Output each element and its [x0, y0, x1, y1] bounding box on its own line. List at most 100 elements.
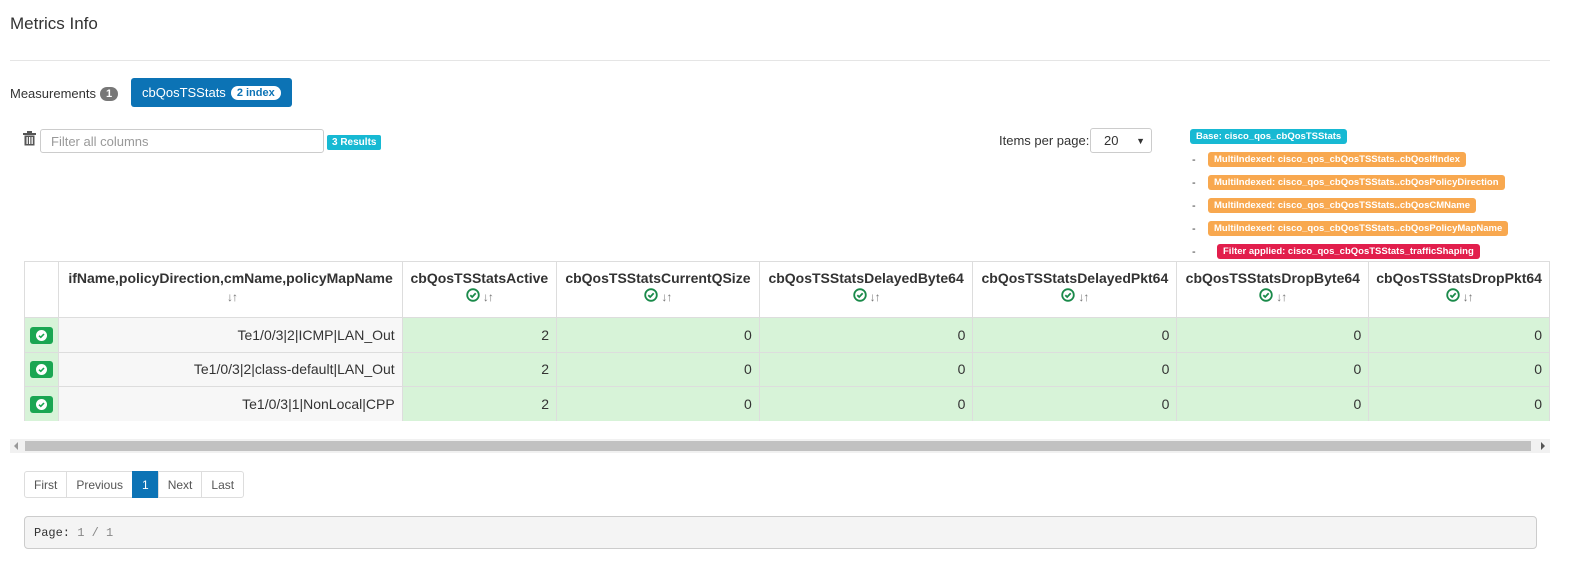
value-cell: 0: [972, 386, 1178, 421]
filter-applied-label: Filter applied: cisco_qos_cbQosTSStats_t…: [1217, 244, 1480, 259]
value-cell: 0: [758, 351, 974, 387]
value-cell: 0: [1368, 351, 1550, 387]
sort-icon[interactable]: ↓↑: [661, 290, 672, 304]
column-header-index[interactable]: ifName,policyDirection,cmName,policyMapN…: [58, 261, 403, 318]
value-cell: 0: [556, 351, 760, 387]
value-cell: 2: [401, 317, 558, 353]
index-count-badge: 2 index: [230, 85, 281, 100]
filter-all-columns-input[interactable]: [40, 129, 324, 153]
row-select-cell: [24, 351, 60, 387]
caret-down-icon: ▼: [1136, 136, 1145, 146]
column-header-label: cbQosTSStatsDropPkt64: [1376, 270, 1542, 286]
value-cell: 2: [401, 386, 558, 421]
check-circle-icon[interactable]: [1445, 288, 1460, 305]
value-cell: 2: [401, 351, 558, 387]
sort-icon[interactable]: ↓↑: [1276, 290, 1287, 304]
index-cell: Te1/0/3|1|NonLocal|CPP: [58, 386, 403, 421]
dash: -: [1192, 245, 1196, 258]
measurements-text: Measurements: [10, 86, 96, 101]
check-circle-icon[interactable]: [1061, 288, 1076, 305]
sort-icon[interactable]: ↓↑: [870, 290, 881, 304]
sort-icon[interactable]: ↓↑: [227, 290, 238, 304]
horizontal-scrollbar[interactable]: [10, 439, 1550, 453]
pagination-last[interactable]: Last: [201, 471, 245, 498]
column-header-label: cbQosTSStatsActive: [410, 270, 549, 286]
measurement-tab-cbqostsstats[interactable]: cbQosTSStats 2 index: [131, 78, 292, 107]
divider: [10, 60, 1550, 61]
value-cell: 0: [556, 317, 760, 353]
column-header-droppkt64[interactable]: cbQosTSStatsDropPkt64 ↓↑: [1368, 261, 1550, 318]
row-select-button[interactable]: [30, 395, 54, 413]
value-cell: 0: [972, 317, 1178, 353]
pagination: First Previous 1 Next Last: [24, 471, 245, 498]
multiindexed-label: MultiIndexed: cisco_qos_cbQosTSStats..cb…: [1208, 152, 1466, 167]
column-header-delayedpkt64[interactable]: cbQosTSStatsDelayedPkt64 ↓↑: [972, 261, 1178, 318]
value-cell: 0: [1176, 317, 1370, 353]
measurement-tab-label: cbQosTSStats: [142, 85, 226, 100]
column-header-delayedbyte64[interactable]: cbQosTSStatsDelayedByte64 ↓↑: [758, 261, 974, 318]
pagination-first[interactable]: First: [24, 471, 68, 498]
row-select-button[interactable]: [30, 361, 54, 379]
sort-icon[interactable]: ↓↑: [1078, 290, 1089, 304]
sort-icon[interactable]: ↓↑: [483, 290, 494, 304]
sort-icon[interactable]: ↓↑: [1463, 290, 1474, 304]
metrics-table-container: ifName,policyDirection,cmName,policyMapN…: [24, 261, 1550, 421]
value-cell: 0: [1368, 386, 1550, 421]
measurements-count-badge: 1: [99, 86, 119, 101]
metrics-table: ifName,policyDirection,cmName,policyMapN…: [24, 261, 1550, 421]
pagination-page-1[interactable]: 1: [132, 471, 159, 498]
table-row: Te1/0/3|2|class-default|LAN_Out 2 0 0 0 …: [24, 351, 1550, 387]
check-circle-icon[interactable]: [1259, 288, 1273, 305]
row-select-button[interactable]: [30, 326, 54, 344]
page-info: Page: 1 / 1: [24, 516, 1537, 549]
page-info-total: 1: [106, 526, 114, 540]
check-circle-icon[interactable]: [644, 288, 659, 305]
value-cell: 0: [972, 351, 1178, 387]
items-per-page-select[interactable]: 20 ▼: [1090, 128, 1152, 153]
multiindexed-label: MultiIndexed: cisco_qos_cbQosTSStats..cb…: [1208, 221, 1509, 236]
column-header-currentqsize[interactable]: cbQosTSStatsCurrentQSize ↓↑: [556, 261, 760, 318]
dash: -: [1192, 199, 1196, 212]
index-cell: Te1/0/3|2|ICMP|LAN_Out: [58, 317, 403, 353]
value-cell: 0: [1176, 386, 1370, 421]
table-row: Te1/0/3|2|ICMP|LAN_Out 2 0 0 0 0 0: [24, 317, 1550, 353]
column-header-label: cbQosTSStatsCurrentQSize: [565, 270, 751, 286]
trash-icon[interactable]: [23, 131, 36, 146]
check-circle-icon[interactable]: [466, 288, 480, 305]
value-cell: 0: [556, 386, 760, 421]
multiindexed-label: MultiIndexed: cisco_qos_cbQosTSStats..cb…: [1208, 175, 1505, 190]
results-count-badge: 3 Results: [327, 135, 382, 150]
value-cell: 0: [1368, 317, 1550, 353]
measurements-label: Measurements 1: [10, 86, 119, 101]
page-info-label: Page:: [34, 526, 71, 540]
table-header-row: ifName,policyDirection,cmName,policyMapN…: [24, 261, 1550, 318]
select-column-header: [24, 261, 60, 318]
column-header-label: cbQosTSStatsDropByte64: [1185, 270, 1360, 286]
column-header-label: cbQosTSStatsDelayedPkt64: [981, 270, 1169, 286]
pagination-next[interactable]: Next: [157, 471, 203, 498]
scrollbar-thumb[interactable]: [25, 441, 1531, 451]
value-cell: 0: [758, 386, 974, 421]
row-select-cell: [24, 317, 60, 353]
column-header-dropbyte64[interactable]: cbQosTSStatsDropByte64 ↓↑: [1176, 261, 1370, 318]
value-cell: 0: [758, 317, 974, 353]
dash: -: [1192, 176, 1196, 189]
index-cell: Te1/0/3|2|class-default|LAN_Out: [58, 351, 403, 387]
page-title: Metrics Info: [10, 14, 98, 33]
column-header-active[interactable]: cbQosTSStatsActive ↓↑: [401, 261, 558, 318]
dash: -: [1192, 153, 1196, 166]
scroll-left-arrow-icon[interactable]: [14, 442, 18, 450]
items-per-page-value: 20: [1104, 133, 1119, 148]
column-header-label: cbQosTSStatsDelayedByte64: [768, 270, 964, 286]
table-row: Te1/0/3|1|NonLocal|CPP 2 0 0 0 0 0: [24, 386, 1550, 421]
row-select-cell: [24, 386, 60, 421]
page-info-current: 1: [77, 526, 85, 540]
items-per-page-label: Items per page:: [999, 133, 1090, 148]
dash: -: [1192, 222, 1196, 235]
pagination-previous[interactable]: Previous: [66, 471, 134, 498]
multiindexed-label: MultiIndexed: cisco_qos_cbQosTSStats..cb…: [1208, 198, 1477, 213]
check-circle-icon[interactable]: [852, 288, 867, 305]
page-info-separator: /: [91, 526, 99, 540]
value-cell: 0: [1176, 351, 1370, 387]
scroll-right-arrow-icon[interactable]: [1541, 442, 1545, 450]
